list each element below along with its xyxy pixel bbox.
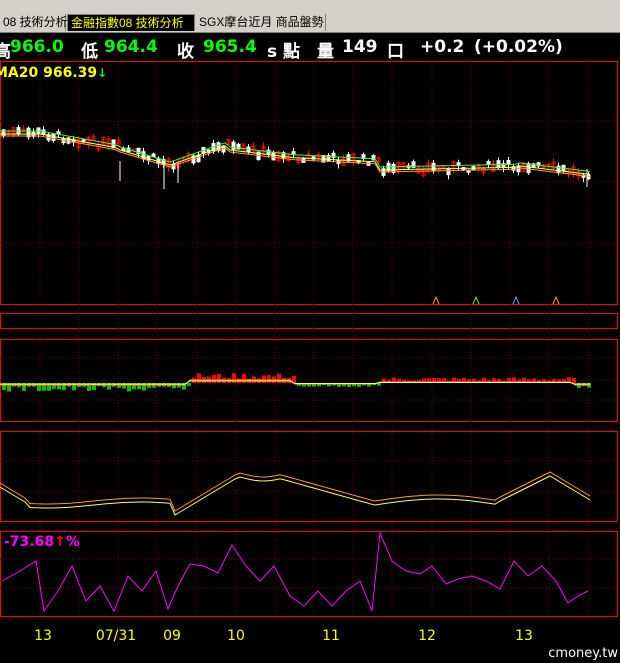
histogram-bar	[262, 375, 266, 383]
unit-label: s 點	[267, 42, 301, 62]
candle-body	[56, 131, 61, 135]
change-value: +0.2	[420, 37, 465, 57]
tab-financial-index-technical-analysis[interactable]: 金融指數08 技術分析	[67, 14, 195, 31]
close-value: 965.4	[203, 37, 257, 57]
x-axis-label: 12	[418, 628, 436, 644]
signal-marker	[512, 295, 520, 305]
percent-line	[1, 531, 589, 613]
tab-bar: 08 技術分析 金融指數08 技術分析 SGX摩台近月 商品盤勢	[0, 13, 620, 33]
candle-body	[51, 133, 56, 142]
histogram-panel	[0, 373, 591, 392]
x-axis-label: 10	[227, 628, 245, 644]
signal-marker	[552, 295, 560, 305]
candle-body	[151, 153, 156, 158]
oscillator-value: -73.68	[4, 534, 55, 550]
toolbar	[0, 0, 620, 14]
x-axis-label: 09	[163, 628, 181, 644]
watermark: cmoney.tw	[548, 646, 618, 661]
tab-technical-analysis[interactable]: 08 技術分析	[0, 14, 68, 31]
price-panel	[0, 125, 591, 305]
candle-body	[486, 161, 491, 165]
low-value: 964.4	[104, 37, 158, 57]
candle-body	[271, 152, 276, 161]
histogram-bar	[197, 373, 201, 383]
signal-marker	[472, 295, 480, 305]
low-label: 低	[81, 42, 98, 62]
quote-bar: 高 966.0 低 964.4 收 965.4 s 點 量 149 口 +0.2…	[0, 33, 620, 62]
tab-sgx-msci-taiwan[interactable]: SGX摩台近月 商品盤勢	[196, 14, 326, 31]
histogram-bar	[212, 375, 216, 383]
volume-unit: 口	[387, 42, 404, 62]
x-axis-label: 13	[515, 628, 533, 644]
percent-panel	[1, 531, 589, 613]
close-label: 收	[177, 42, 194, 62]
oscillator-panel	[0, 471, 591, 516]
histogram-bar	[242, 374, 246, 383]
volume-label: 量	[317, 42, 334, 62]
signal-marker	[432, 295, 440, 305]
candle-body	[266, 149, 271, 155]
candle-body	[431, 162, 436, 172]
candle-body	[496, 160, 501, 168]
oscillator-arrow-icon: ↑	[54, 534, 66, 550]
chart-area: 13 07/31 09 10 11 12 13	[0, 61, 618, 644]
high-value: 966.0	[10, 37, 64, 57]
ma20-arrow-icon: ↓	[97, 66, 108, 80]
panel-frame	[0, 531, 618, 617]
candle-body	[231, 141, 236, 150]
volume-value: 149	[342, 37, 378, 57]
histogram-bar	[232, 373, 236, 383]
panel-frame	[0, 313, 618, 329]
histogram-bar	[267, 375, 271, 383]
ma20-name: MA20	[0, 65, 39, 81]
ma20-value: 966.39	[43, 65, 98, 81]
x-axis-label: 11	[322, 628, 340, 644]
panel-frame	[0, 61, 618, 305]
chart-grid	[0, 61, 618, 617]
histogram-bar	[187, 383, 191, 387]
x-axis-label: 07/31	[96, 628, 136, 644]
candle-body	[526, 163, 531, 174]
candle-body	[446, 167, 451, 176]
histogram-bar	[572, 378, 576, 383]
histogram-bar	[277, 373, 281, 383]
histogram-bar	[217, 373, 221, 383]
ma20-label: MA20 966.39↓	[0, 65, 107, 81]
oscillator-label: -73.68↑%	[4, 534, 80, 550]
change-percent: (+0.02%)	[474, 37, 563, 57]
candle-body	[371, 155, 376, 161]
oscillator-line-yellow	[0, 475, 591, 516]
panel-frame	[0, 431, 618, 522]
x-axis-label: 13	[34, 628, 52, 644]
oscillator-unit: %	[65, 534, 80, 550]
x-axis: 13 07/31 09 10 11 12 13	[34, 628, 533, 644]
